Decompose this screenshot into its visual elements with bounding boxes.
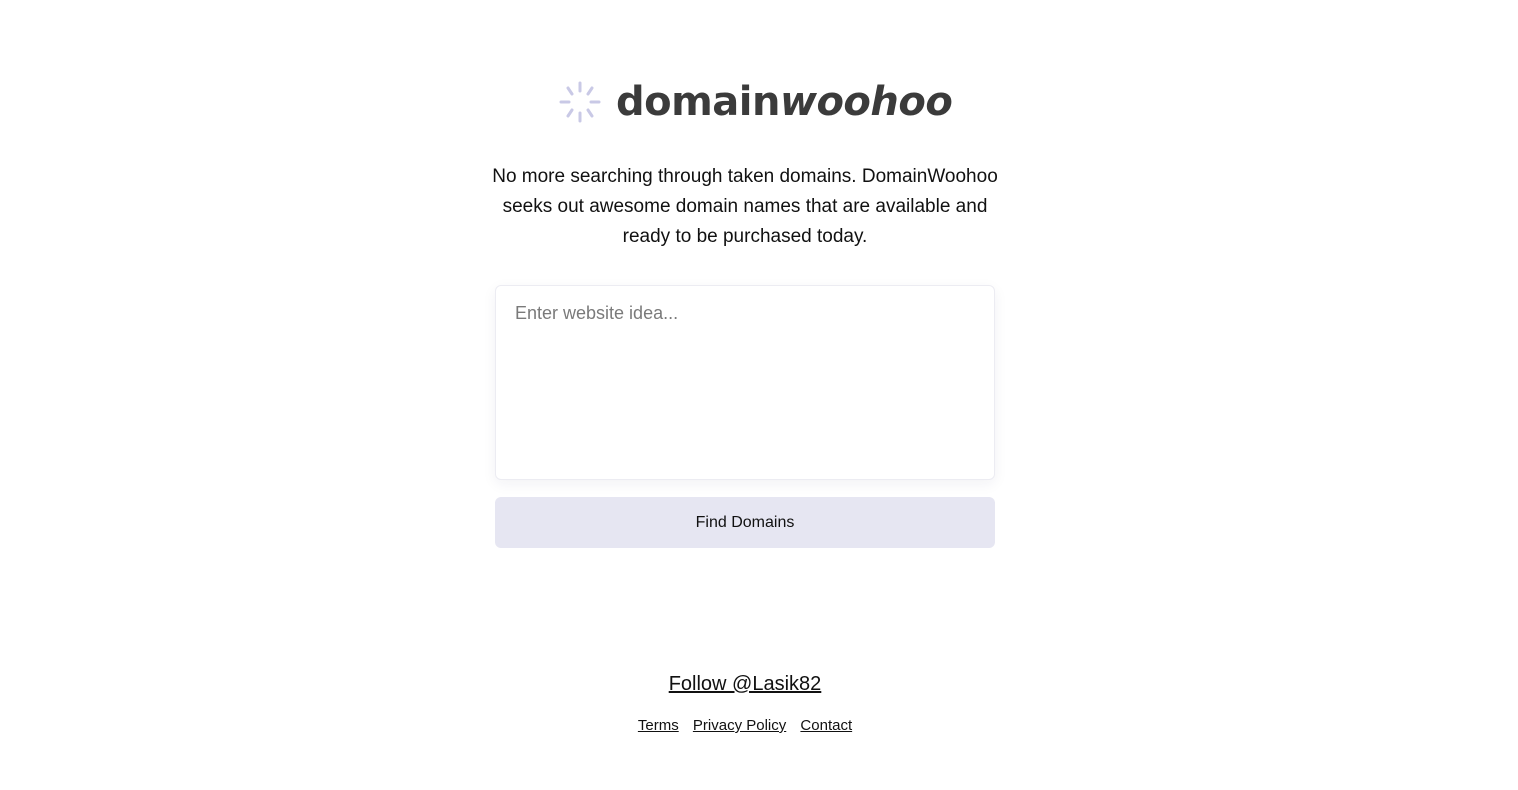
follow-link[interactable]: Follow @Lasik82 <box>669 673 822 695</box>
footer-links: Terms Privacy Policy Contact <box>0 717 1490 735</box>
tagline: No more searching through taken domains.… <box>492 166 998 247</box>
brand-name: domainwoohoo <box>616 78 953 126</box>
find-domains-button[interactable]: Find Domains <box>495 497 995 548</box>
website-idea-input[interactable] <box>495 285 995 480</box>
brand-name-italic: woohoo <box>779 79 953 125</box>
privacy-policy-link[interactable]: Privacy Policy <box>693 717 786 734</box>
brand-name-regular: domain <box>616 79 780 125</box>
contact-link[interactable]: Contact <box>800 717 852 734</box>
spinner-icon <box>559 81 601 123</box>
follow-section: Follow @Lasik82 <box>0 672 1490 696</box>
terms-link[interactable]: Terms <box>638 717 679 734</box>
logo[interactable]: domainwoohoo <box>556 78 953 126</box>
page: domainwoohoo No more searching through t… <box>0 0 1518 790</box>
